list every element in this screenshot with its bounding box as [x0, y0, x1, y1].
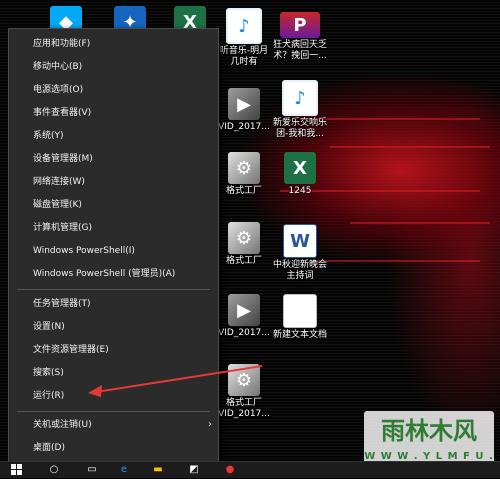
menu-divider [17, 411, 210, 412]
word-icon: W [283, 224, 317, 258]
menu-item-computer-management[interactable]: 计算机管理(G) [9, 218, 218, 238]
desktop-icon[interactable]: 新建文本文档 [269, 294, 331, 341]
menu-item-run[interactable]: 运行(R) [9, 386, 218, 406]
desktop-icon[interactable]: ⚙ 格式工厂 VID_2017... [213, 364, 275, 420]
menu-item-search[interactable]: 搜索(S) [9, 363, 218, 383]
search-icon[interactable]: ○ [48, 464, 60, 476]
menu-item-label: 关机或注销(U) [33, 420, 92, 430]
menu-item-disk-management[interactable]: 磁盘管理(K) [9, 195, 218, 215]
desktop-icon-label: VID_2017... [218, 122, 270, 132]
factory-icon: ⚙ [228, 364, 260, 396]
desktop-icon[interactable]: ⚙ 格式工厂 [213, 222, 275, 267]
desktop-icon[interactable]: W 中秋迎新晚会 主持词 [269, 224, 331, 282]
menu-item-device-manager[interactable]: 设备管理器(M) [9, 149, 218, 169]
menu-item-powershell[interactable]: Windows PowerShell(I) [9, 241, 218, 261]
desktop-icon[interactable]: ⚙ 格式工厂 [213, 152, 275, 197]
desktop-icon[interactable]: ♪ 听音乐-明月 几时有 [213, 8, 275, 68]
desktop-icon-label: 格式工厂 VID_2017... [218, 398, 270, 419]
desktop-icon[interactable]: ▶ VID_2017... [213, 88, 275, 133]
desktop-icon-label: 格式工厂 [225, 186, 262, 196]
wallpaper-streak [310, 260, 480, 262]
menu-item-power-options[interactable]: 电源选项(O) [9, 80, 218, 100]
excel-icon: X [284, 152, 316, 184]
music-icon: ♪ [226, 8, 262, 44]
windows-start-icon[interactable] [10, 464, 22, 476]
wallpaper-streak [330, 146, 490, 148]
desktop-icon-label: 格式工厂 [225, 256, 262, 266]
menu-item-mobility-center[interactable]: 移动中心(B) [9, 57, 218, 77]
menu-divider [17, 289, 210, 290]
desktop-icon[interactable]: P 狂犬病回天乏 术？挽回一... [269, 12, 331, 62]
watermark-logo: 雨林木风 [381, 417, 477, 445]
menu-item-network-connections[interactable]: 网络连接(W) [9, 172, 218, 192]
desktop-icon[interactable]: ▶ VID_2017... [213, 294, 275, 339]
desktop-icon-label: VID_2017... [218, 328, 270, 338]
menu-item-settings[interactable]: 设置(N) [9, 317, 218, 337]
text-document-icon [283, 294, 317, 328]
video-icon: ▶ [228, 88, 260, 120]
factory-icon: ⚙ [228, 222, 260, 254]
music-icon: ♪ [282, 80, 318, 116]
presentation-icon: P [280, 12, 320, 38]
edge-browser-icon[interactable]: e [118, 464, 130, 476]
desktop-icon-label: 听音乐-明月 几时有 [219, 46, 269, 67]
store-icon[interactable]: ◩ [188, 464, 200, 476]
desktop-icon-label: 新建文本文档 [272, 330, 327, 340]
task-view-icon[interactable]: ▭ [86, 464, 98, 476]
menu-item-system[interactable]: 系统(Y) [9, 126, 218, 146]
menu-item-shutdown-signout[interactable]: 关机或注销(U) › [9, 415, 218, 435]
desktop-icon-label: 新爱乐交响乐 团-我和我... [272, 118, 327, 139]
taskbar: ○ ▭ e ▬ ◩ ● [0, 461, 500, 478]
menu-item-file-explorer[interactable]: 文件资源管理器(E) [9, 340, 218, 360]
desktop-icon-label: 1245 [288, 186, 312, 196]
menu-item-apps-features[interactable]: 应用和功能(F) [9, 34, 218, 54]
menu-item-event-viewer[interactable]: 事件查看器(V) [9, 103, 218, 123]
desktop-icon-label: 狂犬病回天乏 术？挽回一... [272, 40, 327, 61]
app-icon[interactable]: ● [224, 464, 236, 476]
video-icon: ▶ [228, 294, 260, 326]
menu-item-desktop[interactable]: 桌面(D) [9, 438, 218, 458]
menu-item-task-manager[interactable]: 任务管理器(T) [9, 294, 218, 314]
desktop-icon[interactable]: ♪ 新爱乐交响乐 团-我和我... [269, 80, 331, 140]
wallpaper-streak [350, 222, 490, 224]
menu-item-powershell-admin[interactable]: Windows PowerShell (管理员)(A) [9, 264, 218, 284]
desktop-icon-label: 中秋迎新晚会 主持词 [272, 260, 327, 281]
chevron-right-icon: › [208, 419, 212, 430]
desktop-icon[interactable]: X 1245 [269, 152, 331, 197]
winx-context-menu: 应用和功能(F) 移动中心(B) 电源选项(O) 事件查看器(V) 系统(Y) … [8, 28, 219, 465]
file-explorer-icon[interactable]: ▬ [152, 464, 164, 476]
factory-icon: ⚙ [228, 152, 260, 184]
